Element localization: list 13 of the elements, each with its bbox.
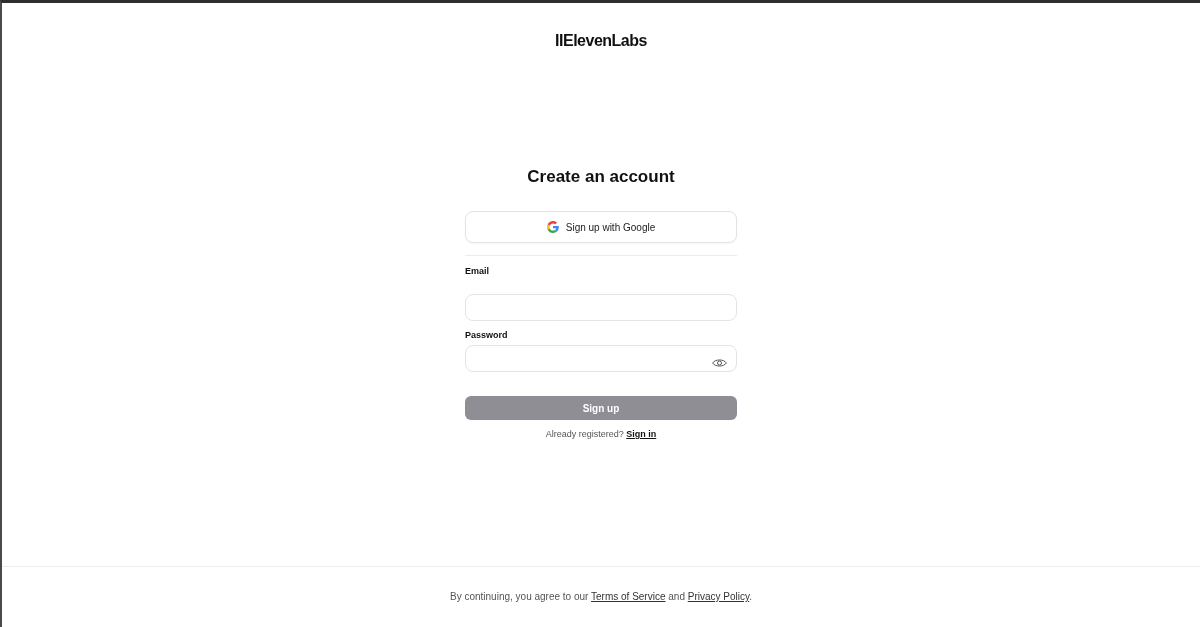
email-field[interactable] xyxy=(465,294,737,321)
eye-icon[interactable] xyxy=(712,358,727,368)
google-signup-button[interactable]: Sign up with Google xyxy=(465,211,737,243)
password-field[interactable] xyxy=(465,345,737,372)
legal-notice: By continuing, you agree to our Terms of Service and Privacy Policy. xyxy=(450,590,752,604)
signin-prompt: Already registered? Sign in xyxy=(545,428,657,440)
google-g-icon xyxy=(546,221,559,233)
logo-wordmark: IIElevenLabs xyxy=(555,31,647,51)
terms-link[interactable]: Terms of Service xyxy=(591,591,666,602)
page-title: Create an account xyxy=(527,166,675,188)
signin-link[interactable]: Sign in xyxy=(626,429,657,439)
field-label: Password xyxy=(465,329,508,341)
field-label: Email xyxy=(465,265,489,277)
